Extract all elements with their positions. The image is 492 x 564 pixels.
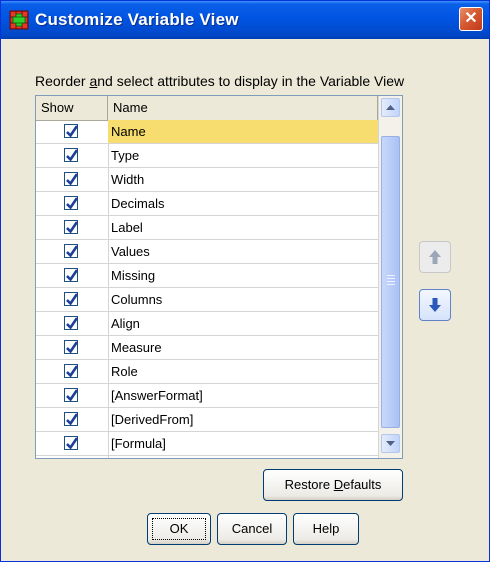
- attribute-name: Align: [111, 316, 140, 331]
- scroll-up-arrow-icon: [386, 105, 395, 110]
- show-cell: [36, 216, 109, 239]
- show-checkbox[interactable]: [64, 244, 79, 258]
- attribute-name: Type: [111, 148, 140, 163]
- cancel-button[interactable]: Cancel: [217, 513, 287, 545]
- show-cell: [36, 360, 109, 383]
- vertical-scrollbar[interactable]: [378, 96, 402, 458]
- checkmark-icon: [66, 365, 79, 378]
- attribute-name: Measure: [111, 340, 162, 355]
- scroll-down-button[interactable]: [381, 434, 400, 453]
- table-row[interactable]: Type: [36, 144, 378, 168]
- show-cell: [36, 288, 109, 311]
- show-cell: [36, 120, 109, 143]
- attribute-name: Name: [108, 120, 378, 143]
- table-row[interactable]: Columns: [36, 288, 378, 312]
- checkmark-icon: [66, 317, 79, 330]
- checkmark-icon: [66, 221, 79, 234]
- help-button[interactable]: Help: [293, 513, 359, 545]
- instruction-text: Reorder and select attributes to display…: [35, 73, 405, 89]
- show-cell: [36, 144, 109, 167]
- table-row[interactable]: Values: [36, 240, 378, 264]
- table-row[interactable]: Decimals: [36, 192, 378, 216]
- restore-defaults-button[interactable]: Restore Defaults: [263, 469, 403, 501]
- checkmark-icon: [66, 245, 79, 258]
- table-row[interactable]: Missing: [36, 264, 378, 288]
- checkmark-icon: [66, 389, 79, 402]
- table-row[interactable]: Label: [36, 216, 378, 240]
- arrow-up-icon: [429, 250, 441, 264]
- attribute-name: Decimals: [111, 196, 165, 211]
- grid-header: Show Name: [36, 96, 378, 121]
- checkmark-icon: [66, 437, 79, 450]
- spss-data-icon: [9, 10, 29, 30]
- table-row[interactable]: Measure: [36, 336, 378, 360]
- column-header-name[interactable]: Name: [108, 96, 378, 120]
- attribute-name: [AnswerFormat]: [111, 388, 203, 403]
- close-button[interactable]: ✕: [459, 7, 483, 31]
- scroll-down-arrow-icon: [386, 441, 395, 446]
- show-checkbox[interactable]: [64, 268, 79, 282]
- window-title: Customize Variable View: [35, 10, 239, 29]
- show-checkbox[interactable]: [64, 292, 79, 306]
- move-up-button[interactable]: [419, 241, 451, 273]
- show-cell: [36, 336, 109, 359]
- title-bar[interactable]: Customize Variable View ✕: [1, 1, 489, 39]
- checkmark-icon: [66, 149, 79, 162]
- table-row[interactable]: [DerivedFrom]: [36, 408, 378, 432]
- show-checkbox[interactable]: [64, 316, 79, 330]
- show-cell: [36, 456, 109, 458]
- show-checkbox[interactable]: [64, 172, 79, 186]
- table-row[interactable]: Role: [36, 360, 378, 384]
- table-row[interactable]: Align: [36, 312, 378, 336]
- attribute-name: [Formula]: [111, 436, 166, 451]
- attribute-name: Columns: [111, 292, 163, 307]
- attribute-name: Width: [111, 172, 145, 187]
- show-cell: [36, 240, 109, 263]
- checkmark-icon: [66, 197, 79, 210]
- ok-button[interactable]: OK: [147, 513, 211, 545]
- checkmark-icon: [66, 341, 79, 354]
- move-down-button[interactable]: [419, 289, 451, 321]
- show-checkbox[interactable]: [64, 340, 79, 354]
- attribute-name: Missing: [111, 268, 156, 283]
- table-row[interactable]: Width: [36, 168, 378, 192]
- show-cell: [36, 408, 109, 431]
- checkmark-icon: [66, 293, 79, 306]
- checkmark-icon: [66, 413, 79, 426]
- checkmark-icon: [66, 173, 79, 186]
- show-checkbox[interactable]: [64, 220, 79, 234]
- arrow-down-icon: [429, 298, 441, 312]
- table-row[interactable]: [Formula]: [36, 432, 378, 456]
- table-row[interactable]: Name: [36, 120, 378, 144]
- show-checkbox[interactable]: [64, 196, 79, 210]
- show-cell: [36, 168, 109, 191]
- show-checkbox[interactable]: [64, 412, 79, 426]
- checkmark-icon: [66, 125, 79, 138]
- attribute-name: Label: [111, 220, 143, 235]
- show-checkbox[interactable]: [64, 436, 79, 450]
- show-cell: [36, 192, 109, 215]
- show-cell: [36, 432, 109, 455]
- show-cell: [36, 264, 109, 287]
- scroll-thumb[interactable]: [381, 136, 400, 428]
- customize-variable-view-dialog: Customize Variable View ✕ Reorder and se…: [0, 0, 490, 562]
- table-row[interactable]: [AnswerFormat]: [36, 384, 378, 408]
- checkmark-icon: [66, 269, 79, 282]
- table-row[interactable]: [Value]: [36, 456, 378, 458]
- show-checkbox[interactable]: [64, 148, 79, 162]
- attribute-name: Role: [111, 364, 138, 379]
- column-header-show[interactable]: Show: [36, 96, 108, 120]
- close-icon: ✕: [464, 10, 478, 27]
- attribute-name: Values: [111, 244, 150, 259]
- scroll-up-button[interactable]: [381, 98, 400, 117]
- show-checkbox[interactable]: [64, 124, 79, 138]
- show-checkbox[interactable]: [64, 388, 79, 402]
- attributes-grid[interactable]: Show Name Name Type Width Decimals Label Valu…: [35, 95, 403, 459]
- attribute-name: [Value]: [108, 456, 378, 458]
- attribute-name: [DerivedFrom]: [111, 412, 194, 427]
- show-cell: [36, 384, 109, 407]
- show-cell: [36, 312, 109, 335]
- show-checkbox[interactable]: [64, 364, 79, 378]
